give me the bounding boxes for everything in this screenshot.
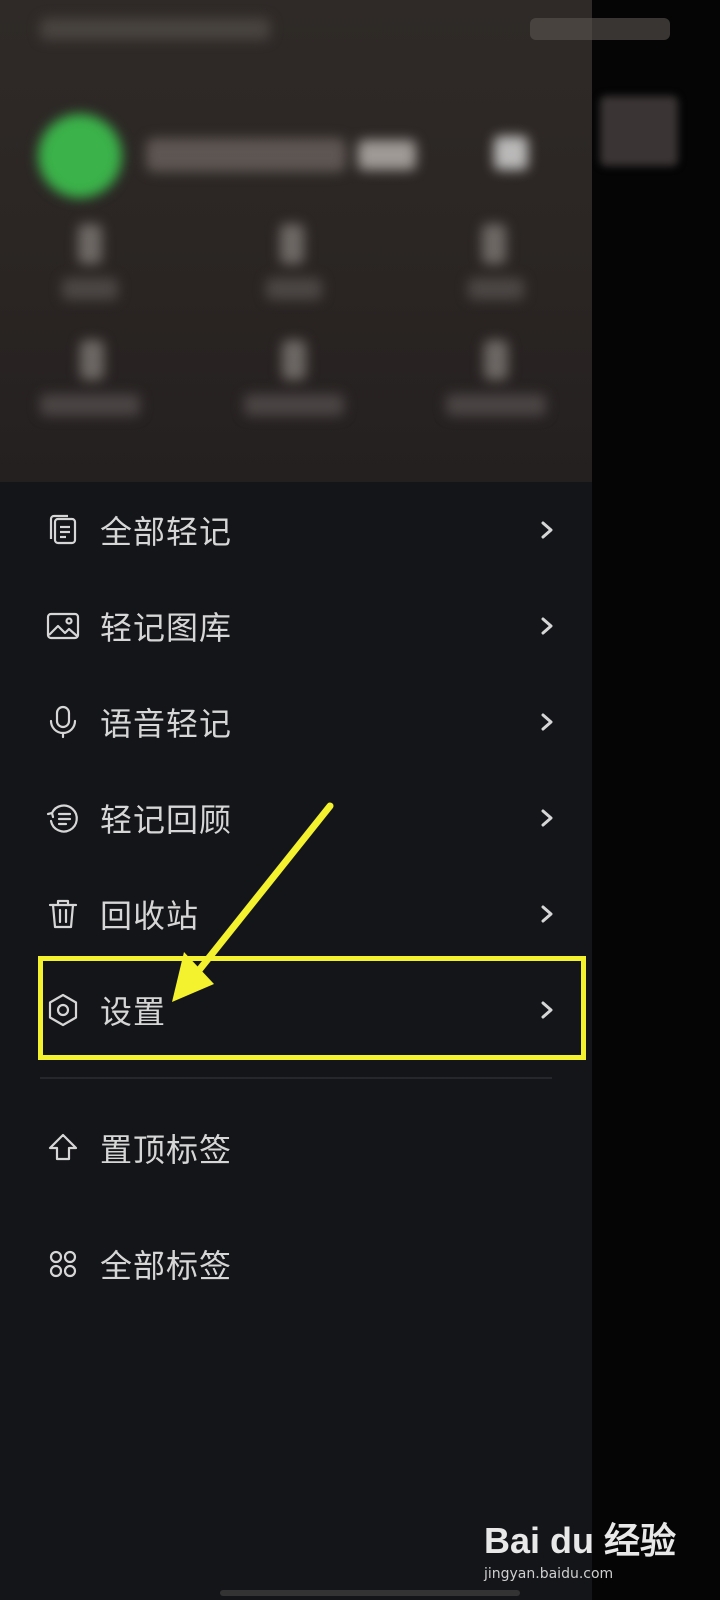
notes-icon xyxy=(49,514,77,545)
stat-label-blurred xyxy=(40,394,140,416)
profile-header-blurred xyxy=(0,0,592,482)
menu-divider xyxy=(40,1077,552,1079)
all-tags-label: 全部标签 xyxy=(100,1247,233,1285)
menu-item-gallery[interactable]: 轻记图库 xyxy=(0,578,592,674)
profile-action-icon[interactable] xyxy=(494,136,528,170)
pin-top-icon xyxy=(48,1133,78,1161)
pinned-tags-item[interactable]: 置顶标签 xyxy=(0,1100,592,1196)
annotation-highlight-box xyxy=(38,956,586,1060)
menu-item-recycle-bin[interactable]: 回收站 xyxy=(0,866,592,962)
chevron-right-icon xyxy=(541,713,553,731)
stat-value-blurred xyxy=(80,340,104,380)
chevron-right-icon xyxy=(541,617,553,635)
stat-label-blurred xyxy=(244,394,344,416)
chevron-right-icon xyxy=(541,809,553,827)
baidu-jingyan-watermark: Bai du 经验 jingyan.baidu.com xyxy=(484,1512,676,1582)
stat-value-blurred xyxy=(280,224,304,264)
avatar[interactable] xyxy=(38,114,122,198)
chevron-right-icon xyxy=(541,521,553,539)
side-drawer: 全部轻记 轻记图库 语音轻记 轻记回顾 回收站 设置 置顶标签 全部标签 xyxy=(0,0,592,1600)
stat-label-blurred xyxy=(446,394,546,416)
menu-item-label: 轻记图库 xyxy=(100,609,233,647)
image-icon xyxy=(46,612,80,640)
pinned-tags-label: 置顶标签 xyxy=(100,1131,233,1169)
menu-item-all-notes[interactable]: 全部轻记 xyxy=(0,482,592,578)
level-badge-blurred xyxy=(358,140,416,170)
stat-label-blurred xyxy=(266,278,322,300)
review-icon xyxy=(46,804,78,833)
menu-item-voice-notes[interactable]: 语音轻记 xyxy=(0,674,592,770)
stat-value-blurred xyxy=(282,340,306,380)
stat-value-blurred xyxy=(484,340,508,380)
username-blurred xyxy=(146,138,346,172)
menu-item-label: 语音轻记 xyxy=(100,705,233,743)
watermark-logo: Bai du 经验 xyxy=(483,1520,676,1561)
status-bar-right xyxy=(530,18,670,40)
all-tags-item[interactable]: 全部标签 xyxy=(0,1216,592,1312)
stat-label-blurred xyxy=(62,278,118,300)
menu-item-label: 全部轻记 xyxy=(100,513,233,551)
stat-value-blurred xyxy=(482,224,506,264)
stat-value-blurred xyxy=(78,224,102,264)
menu-item-label: 轻记回顾 xyxy=(100,801,233,839)
menu-item-label: 回收站 xyxy=(100,897,200,935)
microphone-icon xyxy=(49,705,77,739)
trash-icon xyxy=(48,899,78,929)
grid-dots-icon xyxy=(49,1250,77,1278)
chevron-right-icon xyxy=(541,905,553,923)
home-indicator xyxy=(220,1590,520,1596)
menu-item-review[interactable]: 轻记回顾 xyxy=(0,770,592,866)
dimmed-background-overlay[interactable] xyxy=(592,0,720,1600)
background-thumbnail-blurred xyxy=(600,96,678,166)
stat-label-blurred xyxy=(468,278,524,300)
status-bar-left xyxy=(40,18,270,40)
watermark-url: jingyan.baidu.com xyxy=(483,1566,614,1582)
